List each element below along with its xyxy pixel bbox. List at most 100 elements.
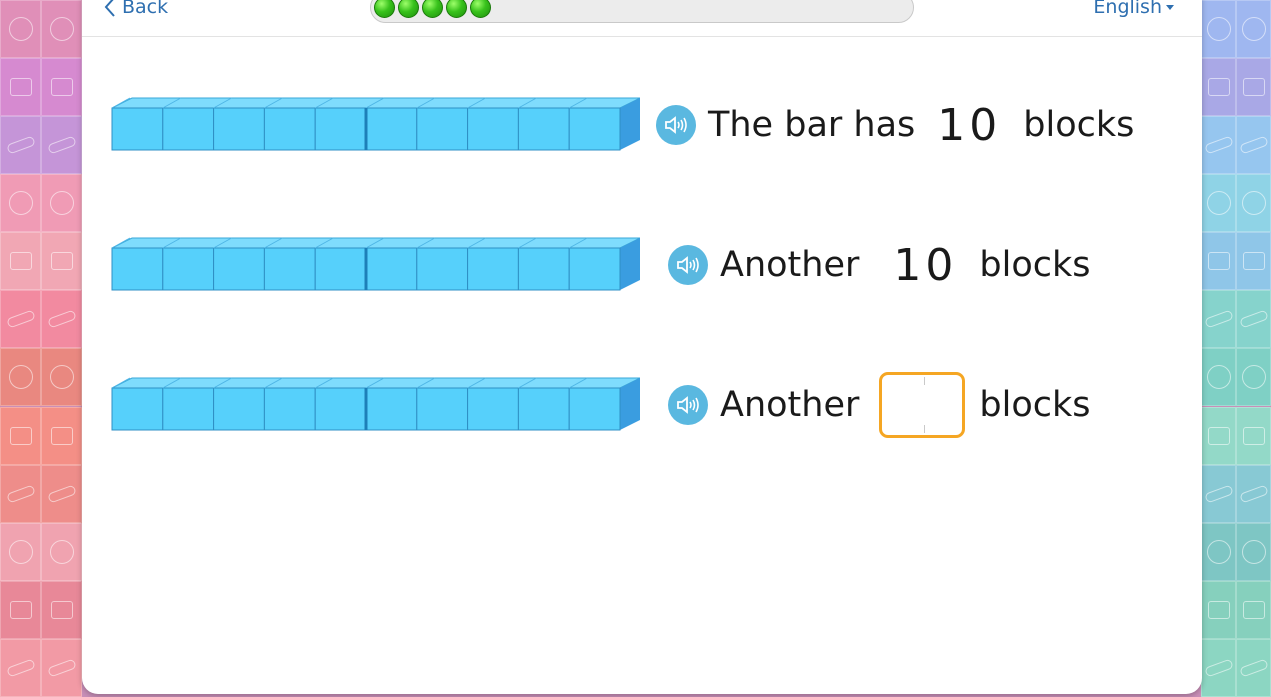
background-tile — [1236, 0, 1271, 58]
background-tile — [41, 464, 82, 523]
unit-block — [314, 387, 367, 431]
progress-dot — [374, 0, 395, 18]
progress-bar — [370, 0, 914, 23]
ten-block-bar — [111, 377, 640, 431]
back-label: Back — [122, 0, 169, 18]
background-tile — [1201, 290, 1236, 349]
unit-block — [517, 387, 570, 431]
unit-block — [568, 107, 621, 151]
background-tile — [41, 290, 82, 349]
speaker-icon — [665, 116, 687, 134]
unit-block — [365, 247, 418, 291]
unit-block — [111, 247, 164, 291]
background-tile — [1236, 406, 1271, 465]
background-pattern-right — [1201, 0, 1271, 697]
background-tile — [0, 464, 41, 523]
background-tile — [1236, 580, 1271, 639]
unit-block — [213, 387, 265, 431]
background-tile — [1201, 232, 1236, 291]
background-tile — [41, 522, 82, 581]
row-3: Another blocks — [108, 370, 1168, 440]
background-tile — [0, 290, 41, 349]
unit-block — [416, 387, 469, 431]
sentence-text-before: Another — [720, 385, 860, 425]
progress-dot — [398, 0, 419, 18]
background-tile — [41, 580, 82, 639]
answer-input-box[interactable] — [879, 372, 966, 438]
background-tile — [0, 638, 41, 697]
unit-block — [314, 107, 367, 151]
row-2: Another 10 blocks — [108, 230, 1168, 300]
block-count: 10 — [893, 239, 958, 291]
ten-block-bar — [111, 97, 640, 151]
unit-block — [365, 387, 418, 431]
ten-block-bar — [111, 237, 640, 291]
speaker-icon — [677, 396, 699, 414]
unit-block — [467, 247, 519, 291]
background-tile — [0, 174, 41, 233]
background-tile — [0, 58, 41, 117]
background-tile — [1201, 58, 1236, 117]
back-button[interactable]: Back — [104, 0, 168, 18]
background-tile — [1236, 58, 1271, 117]
speaker-button[interactable] — [656, 105, 696, 145]
background-tile — [1201, 116, 1236, 175]
background-tile — [1236, 232, 1271, 291]
background-tile — [1236, 464, 1271, 523]
background-tile — [1201, 348, 1236, 407]
unit-block — [263, 247, 316, 291]
speaker-button[interactable] — [668, 245, 708, 285]
background-tile — [1201, 638, 1236, 697]
sentence-text-after: blocks — [979, 385, 1091, 425]
unit-block — [467, 107, 519, 151]
block-count: 10 — [937, 99, 1002, 151]
background-tile — [1201, 0, 1236, 58]
language-label: English — [1093, 0, 1162, 18]
background-tile — [41, 406, 82, 465]
row-1: The bar has 10 blocks — [108, 90, 1168, 160]
unit-block — [162, 387, 215, 431]
unit-block — [568, 247, 621, 291]
sentence-2: Another 10 blocks — [668, 230, 1090, 300]
unit-block — [416, 247, 469, 291]
background-tile — [0, 116, 41, 175]
unit-block — [467, 387, 519, 431]
unit-block — [517, 107, 570, 151]
background-tile — [1236, 348, 1271, 407]
background-tile — [1236, 290, 1271, 349]
background-tile — [1236, 638, 1271, 697]
sentence-text-before: The bar has — [708, 105, 916, 145]
background-tile — [41, 58, 82, 117]
background-tile — [1201, 522, 1236, 581]
main-card: Back English The bar has 10 blocks Anoth… — [82, 0, 1202, 694]
background-tile — [1236, 116, 1271, 175]
unit-block — [568, 387, 621, 431]
chevron-left-icon — [104, 0, 115, 17]
unit-block — [111, 107, 164, 151]
unit-block — [162, 247, 215, 291]
background-tile — [1201, 174, 1236, 233]
sentence-text-before: Another — [720, 245, 860, 285]
unit-block — [263, 387, 316, 431]
unit-block — [314, 247, 367, 291]
sentence-3: Another blocks — [668, 370, 1090, 440]
background-pattern-left — [0, 0, 82, 697]
background-tile — [41, 638, 82, 697]
background-tile — [41, 174, 82, 233]
language-select[interactable]: English — [1093, 0, 1174, 18]
background-tile — [1236, 174, 1271, 233]
top-bar: Back English — [82, 0, 1202, 37]
unit-block — [263, 107, 316, 151]
background-tile — [41, 116, 82, 175]
background-tile — [1236, 522, 1271, 581]
speaker-button[interactable] — [668, 385, 708, 425]
background-tile — [1201, 580, 1236, 639]
background-tile — [41, 348, 82, 407]
background-tile — [0, 232, 41, 291]
unit-block — [416, 107, 469, 151]
background-tile — [41, 0, 82, 58]
sentence-1: The bar has 10 blocks — [656, 90, 1134, 160]
progress-dot — [446, 0, 467, 18]
caret-down-icon — [1166, 4, 1174, 10]
unit-block — [365, 107, 418, 151]
